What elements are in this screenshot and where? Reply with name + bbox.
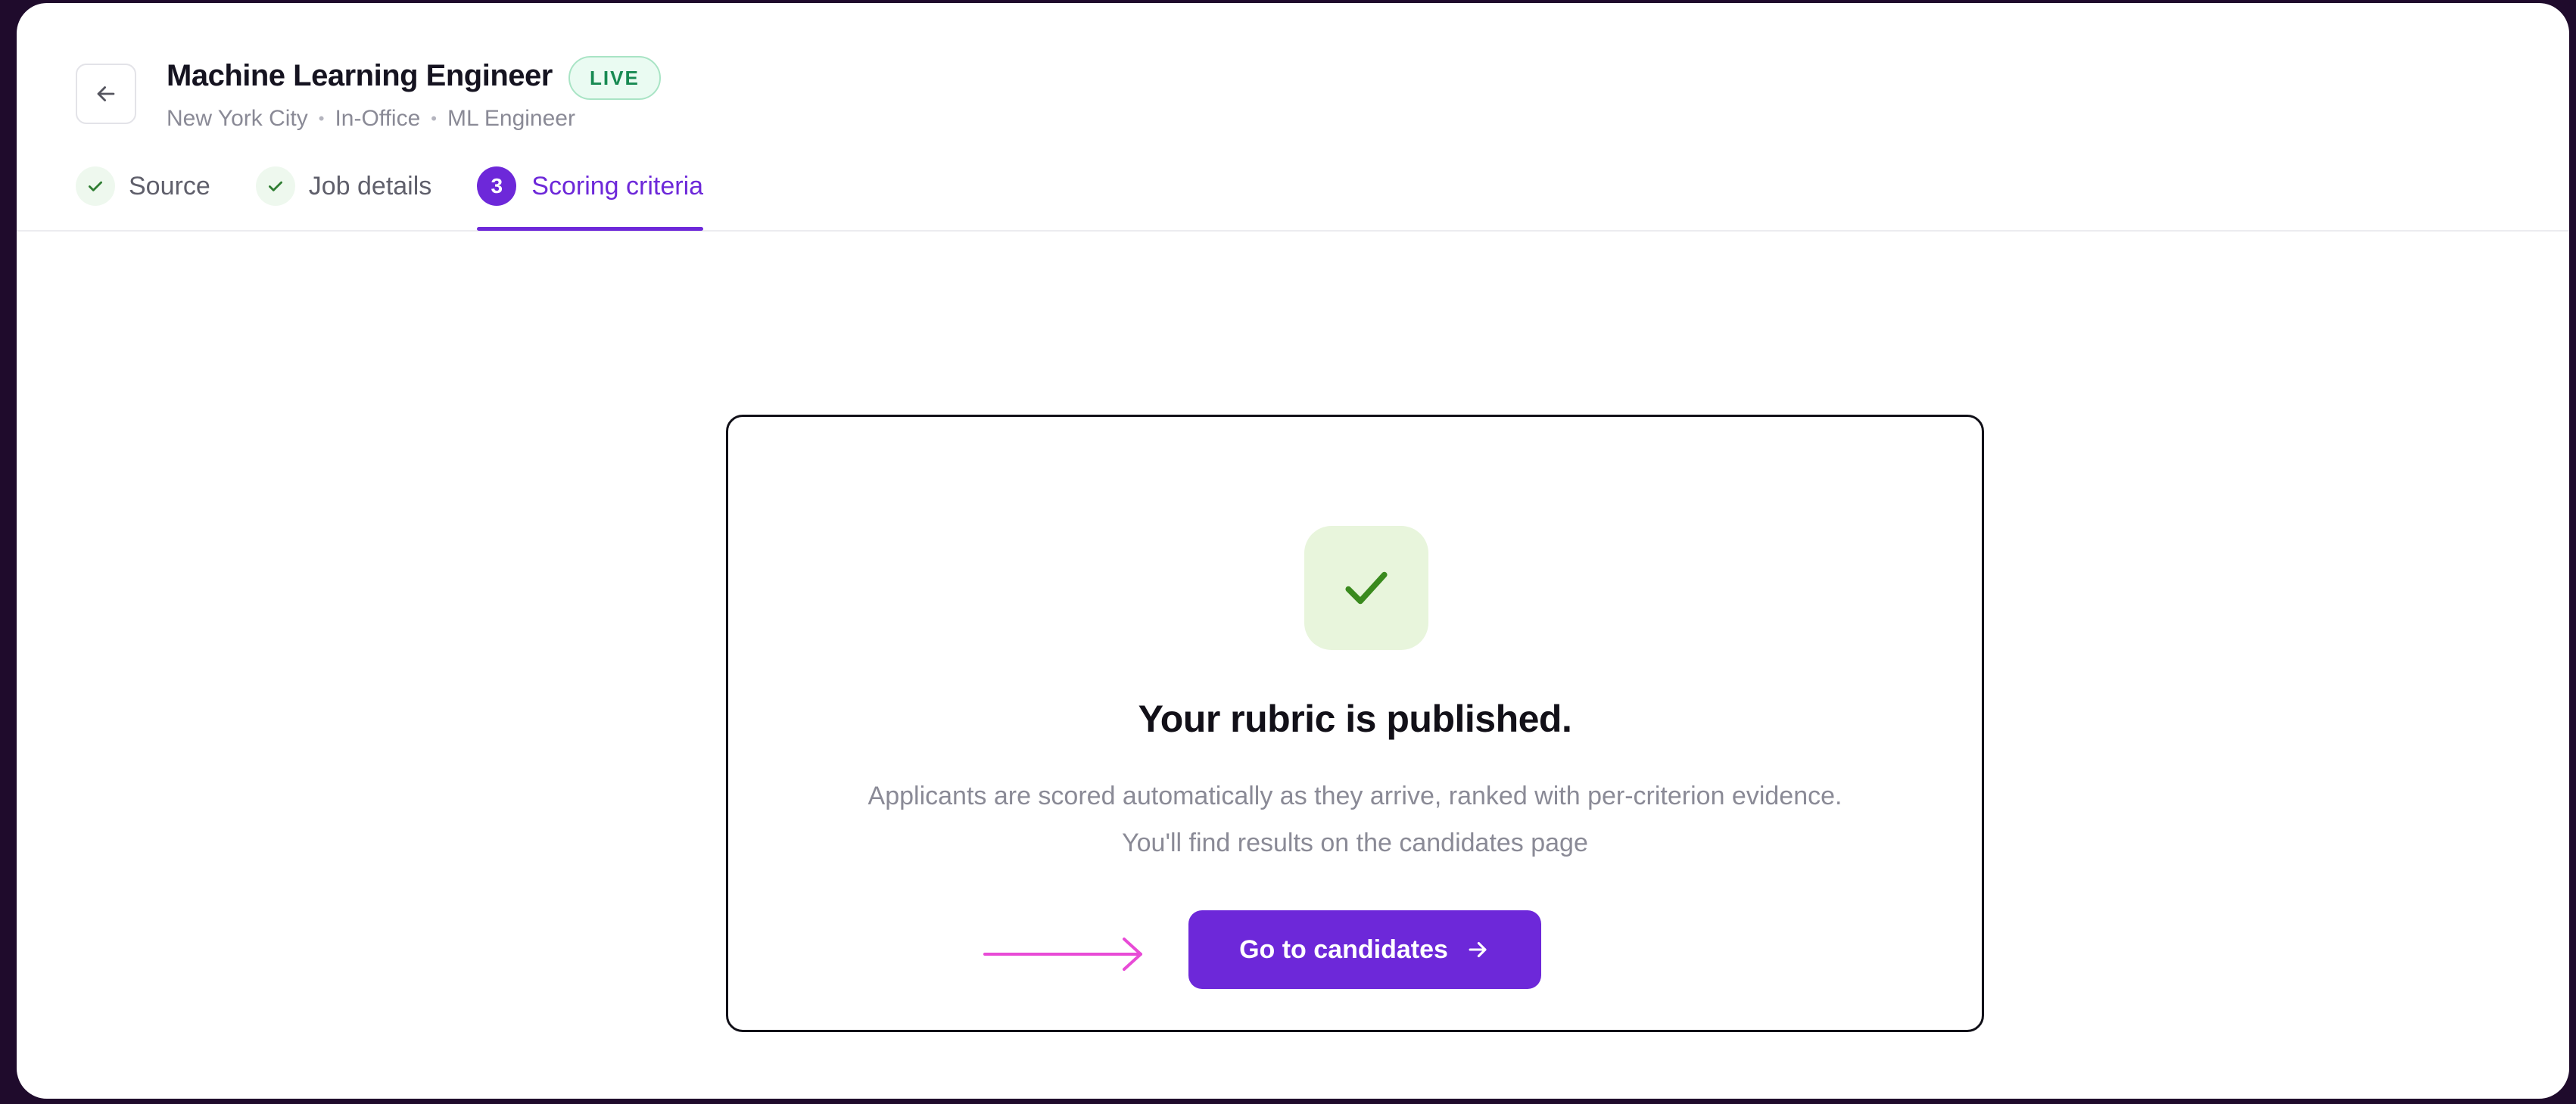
status-badge: LIVE — [568, 56, 661, 100]
job-meta: New York City • In-Office • ML Engineer — [167, 106, 575, 132]
job-location: New York City — [167, 106, 308, 131]
job-title: Machine Learning Engineer — [167, 59, 553, 92]
page-header: Machine Learning Engineer LIVE New York … — [17, 3, 2569, 232]
step-job-details[interactable]: Job details — [255, 162, 432, 210]
meta-separator: • — [431, 109, 437, 128]
publish-success-card: Your rubric is published. Applicants are… — [726, 415, 1984, 1032]
check-icon — [255, 166, 295, 206]
success-title: Your rubric is published. — [1138, 698, 1572, 740]
checkmark-icon — [1304, 526, 1428, 650]
cta-label: Go to candidates — [1239, 935, 1448, 964]
description-line: You'll find results on the candidates pa… — [1122, 829, 1588, 857]
job-role: ML Engineer — [447, 106, 575, 131]
step-source[interactable]: Source — [76, 162, 210, 210]
job-work-mode: In-Office — [335, 106, 421, 131]
step-number-badge: 3 — [477, 166, 517, 206]
step-label: Scoring criteria — [531, 171, 704, 201]
description-line: Applicants are scored automatically as t… — [867, 782, 1842, 810]
arrow-right-icon — [1465, 937, 1490, 963]
arrow-left-icon — [97, 86, 115, 101]
back-button[interactable] — [76, 64, 136, 124]
meta-separator: • — [318, 109, 325, 128]
check-icon — [76, 166, 115, 206]
go-to-candidates-button[interactable]: Go to candidates — [1188, 910, 1541, 989]
step-scoring-criteria[interactable]: 3 Scoring criteria — [477, 162, 704, 231]
annotation-arrow-icon — [983, 938, 1142, 971]
step-tabs: Source Job details 3 Scoring criteria — [76, 162, 749, 232]
app-window: Machine Learning Engineer LIVE New York … — [17, 3, 2569, 1099]
step-label: Job details — [308, 171, 432, 201]
success-description: Applicants are scored automatically as t… — [728, 773, 1982, 866]
step-label: Source — [129, 171, 210, 201]
